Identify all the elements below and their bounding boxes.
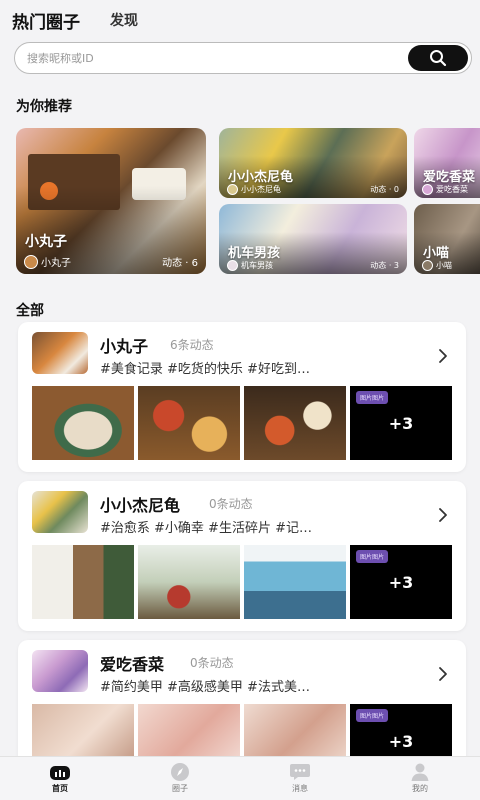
search-icon — [430, 50, 447, 67]
thumbnail-image[interactable] — [138, 386, 240, 460]
thumbnail-image[interactable] — [244, 386, 346, 460]
tabbar-label: 消息 — [292, 784, 308, 793]
avatar — [227, 260, 238, 271]
tab-discover[interactable]: 发现 — [110, 10, 138, 30]
tabbar-home[interactable]: 首页 — [0, 757, 120, 800]
recommend-card-author: 爱吃香菜 — [436, 185, 468, 194]
image-badge: 图片图片 — [356, 709, 389, 722]
circle-tags: #简约美甲 #高级感美甲 #法式美… — [100, 680, 310, 695]
tabbar-mine[interactable]: 我的 — [360, 757, 480, 800]
chevron-right-icon[interactable] — [438, 348, 448, 364]
recommend-card-name: 小丸子 — [25, 234, 67, 250]
circle-post-count: 0条动态 — [209, 497, 253, 511]
recommend-card[interactable]: 机车男孩 机车男孩 动态 · 3 — [219, 204, 407, 274]
recommend-card-name: 爱吃香菜 — [423, 170, 476, 185]
recommend-card[interactable]: 小丸子 小丸子 动态 · 6 — [16, 128, 206, 274]
search-input[interactable] — [15, 51, 408, 65]
chat-icon — [289, 763, 311, 781]
more-count: +3 — [388, 413, 414, 433]
recommend-card-name: 机车男孩 — [228, 246, 281, 261]
tabbar-label: 首页 — [52, 784, 68, 793]
avatar — [32, 650, 88, 692]
recommend-card-name: 小喵 — [423, 246, 450, 261]
circle-name: 小小杰尼龟 — [100, 496, 181, 515]
more-images[interactable]: 图片图片 +3 — [350, 386, 452, 460]
recommend-card-meta: 小小杰尼龟 动态 · 0 — [227, 184, 399, 195]
avatar — [422, 184, 433, 195]
tabbar-message[interactable]: 消息 — [240, 757, 360, 800]
circle-name: 小丸子 — [100, 337, 149, 356]
more-count: +3 — [388, 572, 414, 592]
recommend-card[interactable]: 小小杰尼龟 小小杰尼龟 动态 · 0 — [219, 128, 407, 198]
tabbar-circle[interactable]: 圈子 — [120, 757, 240, 800]
recommend-card[interactable]: 小喵 小喵 — [414, 204, 480, 274]
recommend-card-count: 动态 · 0 — [370, 185, 399, 194]
compass-icon — [169, 763, 191, 781]
circle-thumbnails: 图片图片 +3 — [32, 545, 452, 619]
circle-tags: #美食记录 #吃货的快乐 #好吃到… — [100, 362, 310, 377]
recommend-card-meta: 小丸子 动态 · 6 — [24, 254, 198, 269]
circle-card[interactable]: 小丸子 6条动态 #美食记录 #吃货的快乐 #好吃到… 图片图片 +3 — [18, 322, 466, 472]
image-badge: 图片图片 — [356, 391, 389, 404]
bottom-tab-bar: 首页 圈子 消息 我的 — [0, 756, 480, 800]
avatar — [227, 184, 238, 195]
tab-hot-circles[interactable]: 热门圈子 — [12, 8, 80, 33]
recommend-card-name: 小小杰尼龟 — [228, 170, 294, 185]
all-title: 全部 — [16, 303, 44, 319]
avatar — [32, 491, 88, 533]
recommend-card-author: 机车男孩 — [241, 261, 273, 270]
recommend-card-meta: 机车男孩 动态 · 3 — [227, 260, 399, 271]
chevron-right-icon[interactable] — [438, 666, 448, 682]
avatar — [422, 260, 433, 271]
circle-name: 爱吃香菜 — [100, 655, 165, 674]
circle-thumbnails: 图片图片 +3 — [32, 386, 452, 460]
thumbnail-image[interactable] — [32, 386, 134, 460]
thumbnail-image[interactable] — [244, 545, 346, 619]
recommend-card-author: 小小杰尼龟 — [241, 185, 281, 194]
recommend-card-meta: 爱吃香菜 — [422, 184, 480, 195]
circle-post-count: 6条动态 — [170, 338, 214, 352]
avatar — [24, 254, 38, 269]
recommend-card-count: 动态 · 6 — [162, 258, 198, 269]
thumbnail-image[interactable] — [32, 545, 134, 619]
search-bar — [14, 42, 472, 74]
more-count: +3 — [388, 731, 414, 751]
circle-tags: #治愈系 #小确幸 #生活碎片 #记… — [100, 521, 312, 536]
tabbar-label: 圈子 — [172, 784, 188, 793]
image-badge: 图片图片 — [356, 550, 389, 563]
tabbar-label: 我的 — [412, 784, 428, 793]
circle-card[interactable]: 小小杰尼龟 0条动态 #治愈系 #小确幸 #生活碎片 #记… 图片图片 +3 — [18, 481, 466, 631]
circle-post-count: 0条动态 — [190, 656, 234, 670]
search-button[interactable] — [408, 45, 468, 71]
recommend-card-meta: 小喵 — [422, 260, 480, 271]
chevron-right-icon[interactable] — [438, 507, 448, 523]
recommend-carousel: 小丸子 小丸子 动态 · 6 小小杰尼龟 小小杰尼龟 动态 · 0 机车男孩 机… — [0, 128, 480, 276]
recommend-title: 为你推荐 — [16, 99, 72, 115]
avatar — [32, 332, 88, 374]
user-icon — [409, 763, 431, 781]
thumbnail-image[interactable] — [138, 545, 240, 619]
recommend-card[interactable]: 爱吃香菜 爱吃香菜 — [414, 128, 480, 198]
recommend-card-author: 小喵 — [436, 261, 452, 270]
recommend-card-count: 动态 · 3 — [370, 261, 399, 270]
recommend-card-author: 小丸子 — [41, 258, 71, 269]
top-header: 热门圈子 发现 — [0, 0, 480, 40]
home-icon — [49, 763, 71, 781]
more-images[interactable]: 图片图片 +3 — [350, 545, 452, 619]
